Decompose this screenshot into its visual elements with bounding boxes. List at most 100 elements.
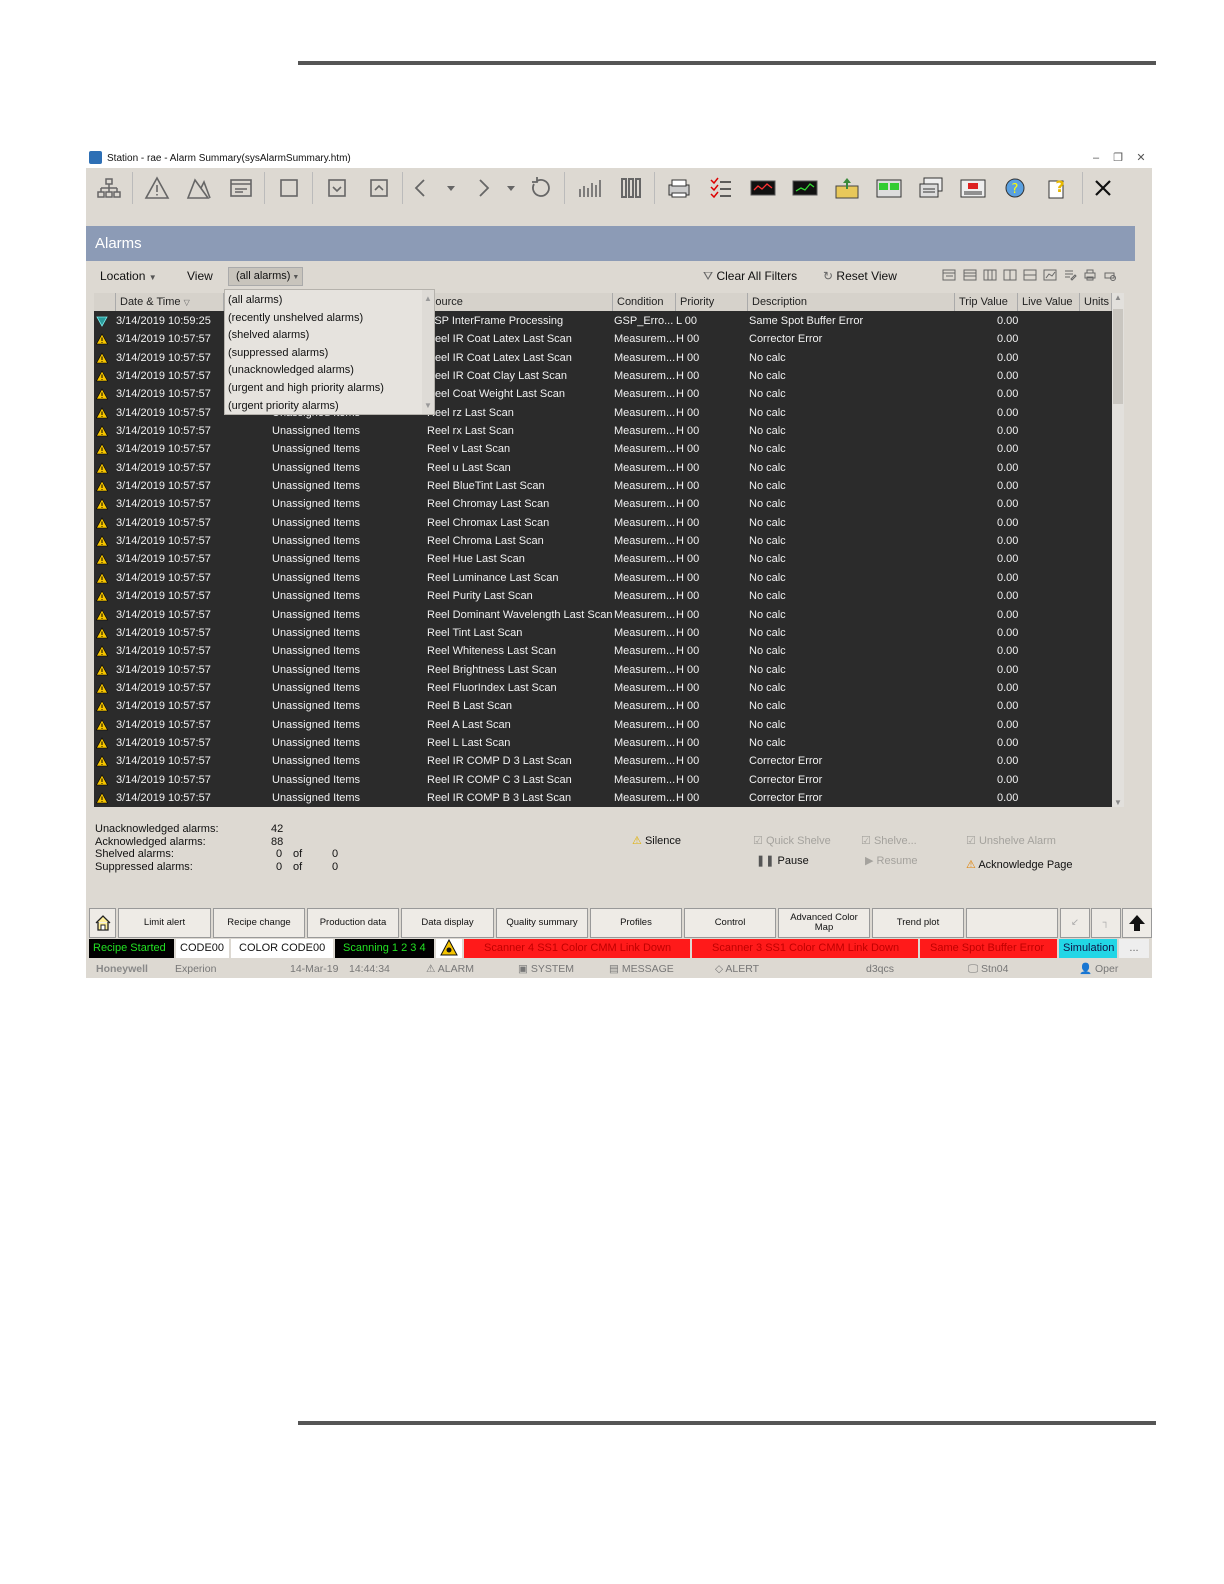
col-header-condition[interactable]: Condition bbox=[613, 293, 676, 311]
view-option[interactable]: (suppressed alarms) bbox=[228, 345, 328, 362]
production-data-button[interactable]: Production data bbox=[307, 908, 399, 938]
scroll-up-icon[interactable]: ▲ bbox=[424, 294, 432, 303]
table-row[interactable]: 3/14/2019 10:57:57 Unassigned Items Reel u… bbox=[94, 459, 1112, 477]
table-row[interactable]: 3/14/2019 10:57:57 Unassigned Items Reel L… bbox=[94, 734, 1112, 752]
dropdown-scrollbar[interactable]: ▲ ▼ bbox=[422, 290, 434, 414]
col-header-description[interactable]: Description bbox=[748, 293, 955, 311]
scanner4-alarm[interactable]: Scanner 4 SS1 Color CMM Link Down bbox=[464, 939, 690, 958]
table-row[interactable]: 3/14/2019 10:57:57 Unassigned Items Reel B… bbox=[94, 697, 1112, 715]
back-icon[interactable] bbox=[404, 172, 438, 204]
view-rows-icon[interactable] bbox=[1023, 268, 1037, 282]
refresh-icon[interactable] bbox=[524, 172, 558, 204]
checklist-icon[interactable] bbox=[704, 172, 738, 204]
system-indicator[interactable]: ▣ SYSTEM bbox=[518, 961, 574, 978]
shelve-button[interactable]: ☑ Shelve... bbox=[861, 834, 917, 847]
printer-icon[interactable] bbox=[662, 172, 696, 204]
print-icon[interactable] bbox=[1083, 268, 1097, 282]
table-row[interactable]: 3/14/2019 10:57:57 Unassigned Items Reel r… bbox=[94, 422, 1112, 440]
scroll-up-icon[interactable]: ▲ bbox=[1114, 293, 1122, 302]
table-row[interactable]: 3/14/2019 10:57:57 Unassigned Items Reel C… bbox=[94, 495, 1112, 513]
resume-button[interactable]: ▶ Resume bbox=[865, 854, 918, 867]
forward-history-dropdown-icon[interactable] bbox=[494, 172, 528, 204]
table-row[interactable]: 3/14/2019 10:57:57 Unassigned Items Reel C… bbox=[94, 532, 1112, 550]
view-option[interactable]: (urgent priority alarms) bbox=[228, 398, 339, 415]
quick-shelve-button[interactable]: ☑ Quick Shelve bbox=[753, 834, 831, 847]
trend-icon[interactable] bbox=[572, 172, 606, 204]
view-chart-icon[interactable] bbox=[1043, 268, 1057, 282]
profiles-button[interactable]: Profiles bbox=[590, 908, 682, 938]
help-gear-icon[interactable]: ? bbox=[998, 172, 1032, 204]
clear-all-filters-button[interactable]: ⛛ Clear All Filters bbox=[703, 269, 797, 284]
previous-display-button[interactable]: ↙ bbox=[1060, 908, 1090, 938]
data-display-button[interactable]: Data display bbox=[401, 908, 494, 938]
message-indicator[interactable]: ▤ MESSAGE bbox=[609, 961, 674, 978]
view-option[interactable]: (shelved alarms) bbox=[228, 327, 309, 344]
limit-alert-button[interactable]: Limit alert bbox=[118, 908, 211, 938]
view-list-icon[interactable] bbox=[963, 268, 977, 282]
grid-scrollbar[interactable]: ▲ ▼ bbox=[1112, 293, 1124, 807]
advanced-color-map-button[interactable]: Advanced Color Map bbox=[778, 908, 870, 938]
message-summary-icon[interactable] bbox=[224, 172, 258, 204]
minimize-button[interactable]: – bbox=[1086, 149, 1106, 168]
location-filter[interactable]: Location ▼ bbox=[100, 269, 157, 283]
collapse-icon[interactable] bbox=[362, 172, 396, 204]
home-button[interactable] bbox=[89, 908, 116, 938]
grid-scroll-thumb[interactable] bbox=[1113, 309, 1123, 404]
view-option[interactable]: (unacknowledged alarms) bbox=[228, 362, 354, 379]
same-spot-alarm[interactable]: Same Spot Buffer Error bbox=[920, 939, 1057, 958]
control-button[interactable]: Control bbox=[684, 908, 776, 938]
alert-summary-icon[interactable] bbox=[182, 172, 216, 204]
scanner3-alarm[interactable]: Scanner 3 SS1 Color CMM Link Down bbox=[692, 939, 918, 958]
back-history-dropdown-icon[interactable] bbox=[434, 172, 468, 204]
view-option[interactable]: (all alarms) bbox=[228, 292, 282, 309]
blank-nav-button[interactable] bbox=[966, 908, 1058, 938]
alarm-display-icon[interactable] bbox=[956, 172, 990, 204]
table-row[interactable]: 3/14/2019 10:57:57 Unassigned Items Reel P… bbox=[94, 587, 1112, 605]
table-row[interactable]: 3/14/2019 10:57:57 Unassigned Items Reel W… bbox=[94, 642, 1112, 660]
help-icon[interactable]: ? bbox=[1040, 172, 1074, 204]
table-row[interactable]: 3/14/2019 10:57:57 Unassigned Items Reel T… bbox=[94, 624, 1112, 642]
table-row[interactable]: 3/14/2019 10:57:57 Unassigned Items Reel L… bbox=[94, 569, 1112, 587]
view-option[interactable]: (recently unshelved alarms) bbox=[228, 310, 363, 327]
windows-icon[interactable] bbox=[914, 172, 948, 204]
close-window-button[interactable]: ✕ bbox=[1131, 149, 1151, 168]
col-header-live-value[interactable]: Live Value bbox=[1018, 293, 1080, 311]
view-columns-icon[interactable] bbox=[983, 268, 997, 282]
alarm-indicator[interactable]: ⚠ ALARM bbox=[426, 961, 474, 978]
table-row[interactable]: 3/14/2019 10:57:57 Unassigned Items Reel A… bbox=[94, 716, 1112, 734]
recipe-change-button[interactable]: Recipe change bbox=[213, 908, 305, 938]
col-header-trip-value[interactable]: Trip Value bbox=[955, 293, 1018, 311]
table-row[interactable]: 3/14/2019 10:57:57 Unassigned Items Reel B… bbox=[94, 661, 1112, 679]
table-row[interactable]: 3/14/2019 10:57:57 Unassigned Items Reel I… bbox=[94, 752, 1112, 770]
monitor-green-icon[interactable] bbox=[788, 172, 822, 204]
table-row[interactable]: 3/14/2019 10:57:57 Unassigned Items Reel F… bbox=[94, 679, 1112, 697]
silence-button[interactable]: ⚠ Silence bbox=[632, 834, 681, 847]
col-header-priority[interactable]: Priority bbox=[676, 293, 748, 311]
next-display-button[interactable]: ┐ bbox=[1091, 908, 1121, 938]
table-row[interactable]: 3/14/2019 10:57:57 Unassigned Items Reel I… bbox=[94, 789, 1112, 807]
alert-indicator[interactable]: ◇ ALERT bbox=[715, 961, 759, 978]
reset-view-button[interactable]: ↻ Reset View bbox=[823, 269, 897, 283]
hierarchy-icon[interactable] bbox=[92, 172, 126, 204]
export-folder-icon[interactable] bbox=[830, 172, 864, 204]
edit-icon[interactable] bbox=[1063, 268, 1077, 282]
pause-button[interactable]: ❚❚ Pause bbox=[756, 854, 809, 867]
table-row[interactable]: 3/14/2019 10:57:57 Unassigned Items Reel v… bbox=[94, 440, 1112, 458]
table-row[interactable]: 3/14/2019 10:57:57 Unassigned Items Reel C… bbox=[94, 514, 1112, 532]
alarm-summary-icon[interactable] bbox=[140, 172, 174, 204]
view-details-icon[interactable] bbox=[942, 268, 956, 282]
select-all-icon[interactable] bbox=[272, 172, 306, 204]
acknowledge-page-button[interactable]: ⚠ Acknowledge Page bbox=[966, 858, 1073, 871]
monitor-red-icon[interactable] bbox=[746, 172, 780, 204]
quality-summary-button[interactable]: Quality summary bbox=[496, 908, 588, 938]
compare-screens-icon[interactable] bbox=[872, 172, 906, 204]
col-header-datetime[interactable]: Date & Time ▽ bbox=[116, 293, 224, 311]
view-option[interactable]: (urgent and high priority alarms) bbox=[228, 380, 384, 397]
unshelve-alarm-button[interactable]: ☑ Unshelve Alarm bbox=[966, 834, 1056, 847]
group-display-icon[interactable] bbox=[614, 172, 648, 204]
view-split-icon[interactable] bbox=[1003, 268, 1017, 282]
scroll-down-icon[interactable]: ▼ bbox=[1114, 798, 1122, 807]
table-row[interactable]: 3/14/2019 10:57:57 Unassigned Items Reel D… bbox=[94, 606, 1112, 624]
restore-button[interactable]: ❐ bbox=[1108, 149, 1128, 168]
scroll-down-icon[interactable]: ▼ bbox=[424, 401, 432, 410]
